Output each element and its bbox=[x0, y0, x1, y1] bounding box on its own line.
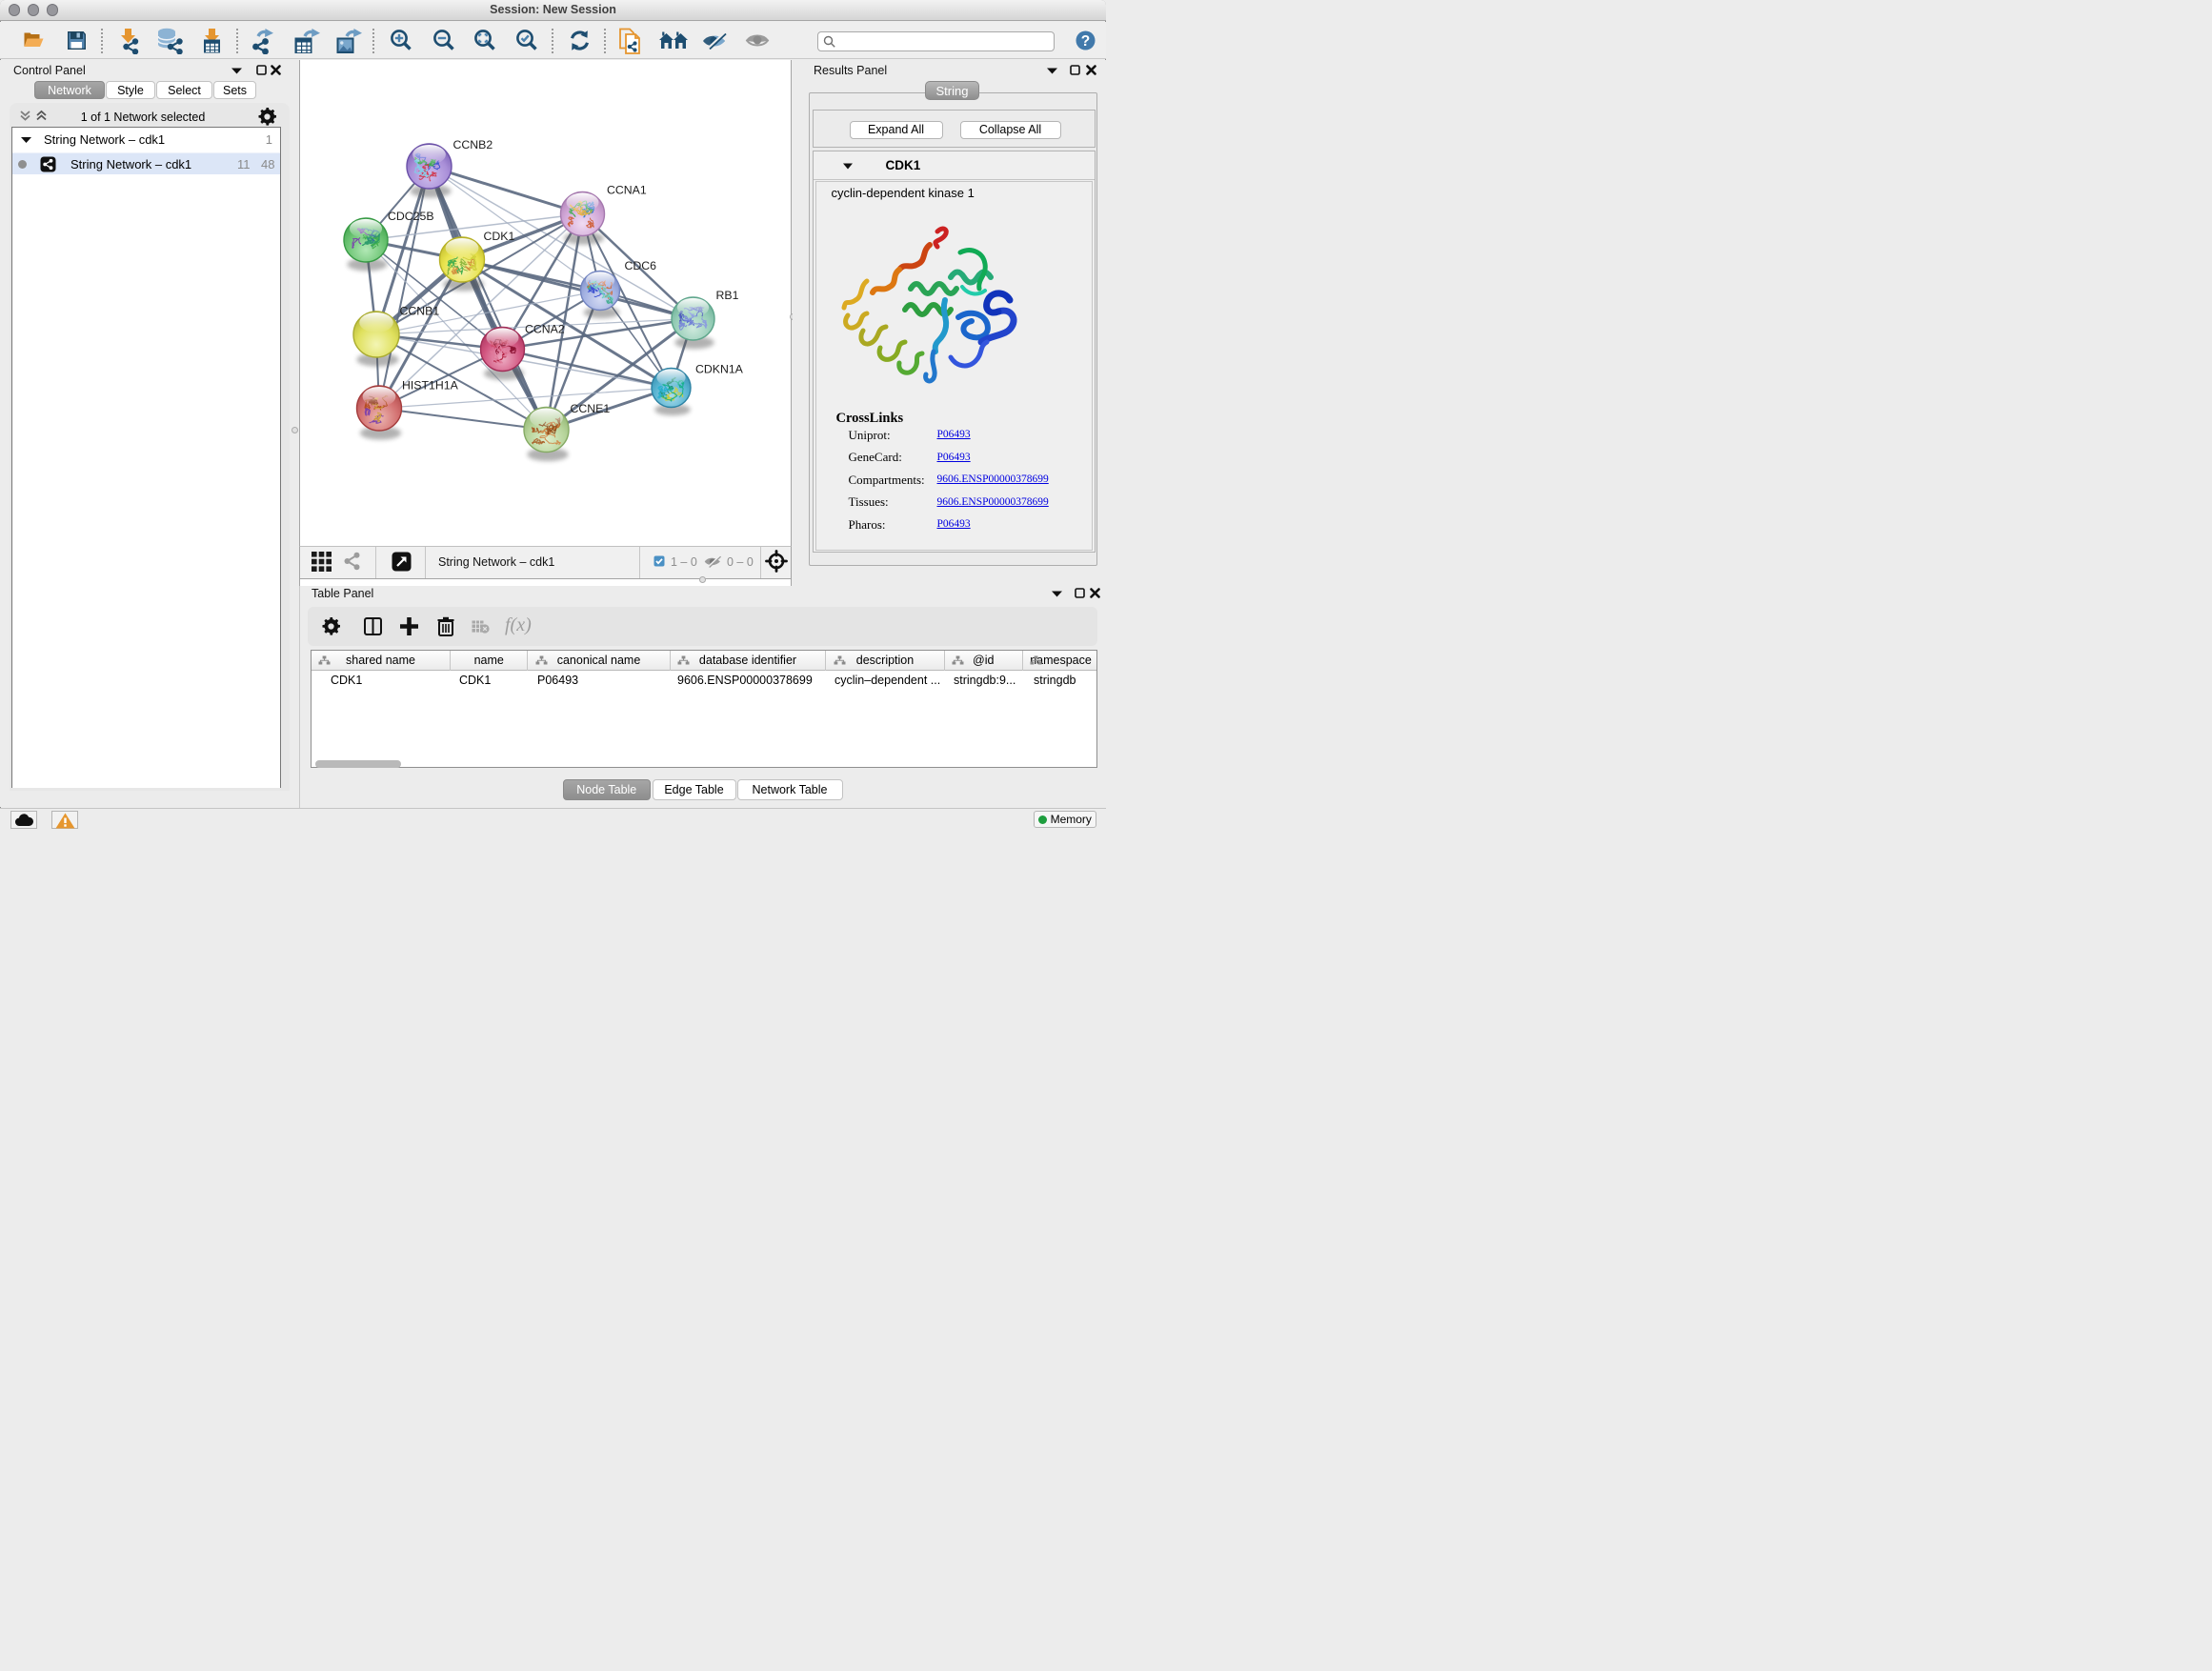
svg-text:RB1: RB1 bbox=[716, 289, 739, 302]
svg-text:CCNA2: CCNA2 bbox=[525, 323, 565, 336]
svg-text:CDC25B: CDC25B bbox=[388, 210, 434, 223]
svg-text:?: ? bbox=[1081, 33, 1090, 50]
svg-text:CDC6: CDC6 bbox=[625, 259, 657, 272]
svg-text:HIST1H1A: HIST1H1A bbox=[402, 379, 459, 393]
svg-text:CDK1: CDK1 bbox=[484, 230, 515, 243]
svg-text:CDKN1A: CDKN1A bbox=[695, 363, 744, 376]
svg-text:CCNB1: CCNB1 bbox=[400, 305, 440, 318]
svg-text:CCNA1: CCNA1 bbox=[607, 184, 647, 197]
svg-text:CCNB2: CCNB2 bbox=[453, 138, 493, 151]
svg-text:CCNE1: CCNE1 bbox=[571, 402, 611, 415]
